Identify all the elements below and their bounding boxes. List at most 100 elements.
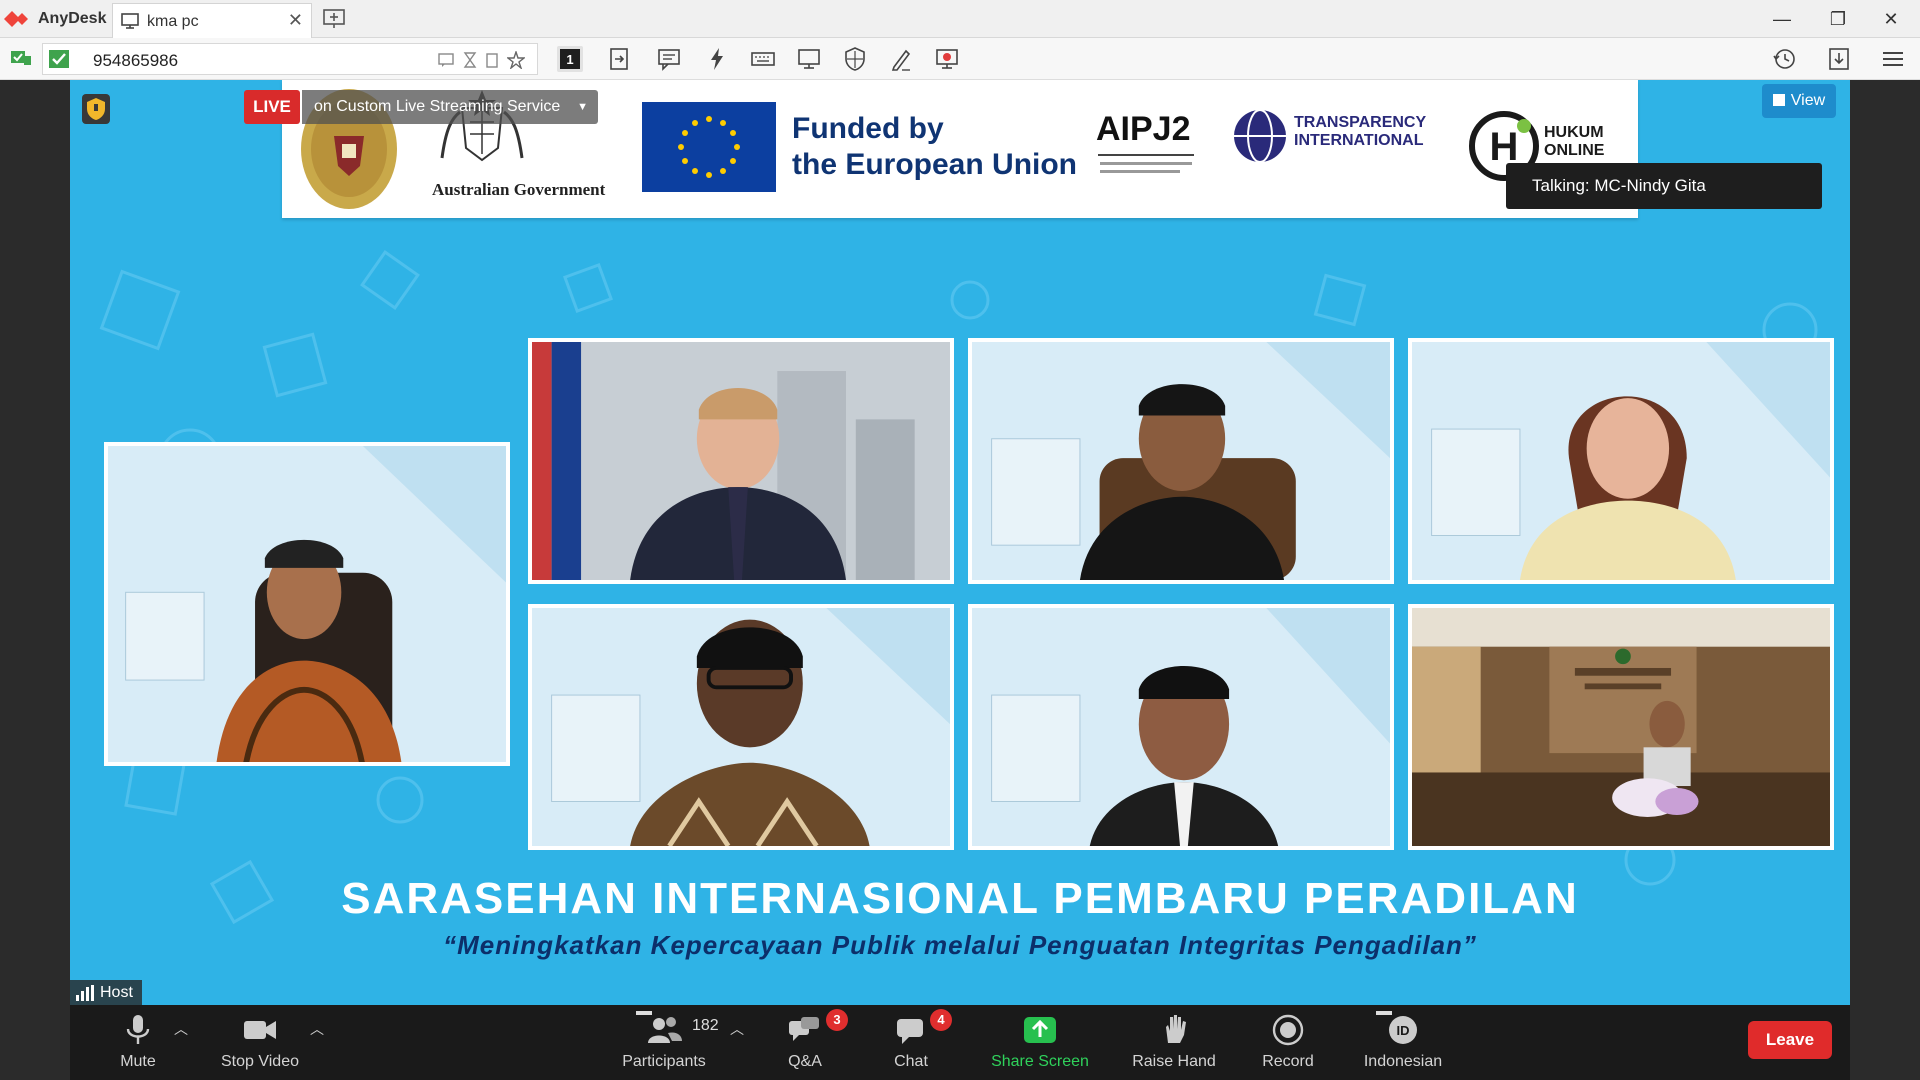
tab-label: kma pc xyxy=(147,13,199,30)
keyboard-icon[interactable] xyxy=(750,46,776,72)
aipj2-tagline xyxy=(1100,162,1192,165)
verified-check-icon xyxy=(49,50,69,68)
video-tile-5[interactable] xyxy=(528,604,954,850)
qa-badge: 3 xyxy=(826,1009,848,1031)
actions-lightning-icon[interactable] xyxy=(704,46,730,72)
share-screen-button[interactable]: Share Screen xyxy=(986,1013,1094,1071)
video-tile-6[interactable] xyxy=(968,604,1394,850)
aipj2-tagline-2 xyxy=(1100,170,1180,173)
connection-status-icon[interactable] xyxy=(10,48,32,68)
participant-video-5 xyxy=(532,608,950,846)
address-bar[interactable]: 954865986 xyxy=(42,43,538,75)
display-1-button[interactable]: 1 xyxy=(557,46,583,72)
qa-label: Q&A xyxy=(788,1053,822,1070)
record-icon xyxy=(1272,1014,1304,1046)
stop-video-button[interactable]: Stop Video xyxy=(210,1013,310,1071)
live-streaming-dropdown[interactable]: on Custom Live Streaming Service ▼ xyxy=(302,90,598,124)
video-camera-icon xyxy=(244,1021,276,1039)
host-label: Host xyxy=(70,980,142,1006)
language-globe-icon: ID xyxy=(1389,1016,1417,1044)
participant-video-1 xyxy=(108,446,506,762)
event-headline: SARASEHAN INTERNASIONAL PEMBARU PERADILA… xyxy=(341,874,1579,923)
chat-session-icon[interactable] xyxy=(437,51,455,69)
stop-video-label: Stop Video xyxy=(221,1053,299,1070)
file-transfer-icon[interactable] xyxy=(606,46,632,72)
interpretation-indicator-bar xyxy=(1376,1011,1392,1015)
download-icon[interactable] xyxy=(1826,46,1852,72)
app-name: AnyDesk xyxy=(38,10,107,27)
interpretation-language-button[interactable]: ID Indonesian xyxy=(1356,1013,1450,1071)
anydesk-logo-icon xyxy=(4,11,28,27)
participant-video-7 xyxy=(1412,608,1830,846)
funded-by-label: Funded by xyxy=(792,112,944,145)
video-tile-7[interactable] xyxy=(1408,604,1834,850)
tab-kma-pc[interactable]: kma pc ✕ xyxy=(112,3,312,38)
hamburger-menu-icon[interactable] xyxy=(1880,46,1906,72)
view-label: View xyxy=(1790,92,1826,109)
share-screen-icon xyxy=(1024,1017,1056,1043)
record-session-icon[interactable] xyxy=(934,46,960,72)
aipj2-divider xyxy=(1098,154,1194,156)
australian-government-label: Australian Government xyxy=(432,180,606,199)
video-tile-2[interactable] xyxy=(528,338,954,584)
clipboard-icon[interactable] xyxy=(483,51,501,69)
chat-badge: 4 xyxy=(930,1009,952,1031)
permissions-shield-icon[interactable] xyxy=(842,46,868,72)
international-label: INTERNATIONAL xyxy=(1294,132,1424,149)
online-label: ONLINE xyxy=(1544,142,1605,159)
host-text: Host xyxy=(100,984,133,1001)
raise-hand-button[interactable]: Raise Hand xyxy=(1126,1013,1222,1071)
european-union-label: the European Union xyxy=(792,148,1077,181)
leave-button[interactable]: Leave xyxy=(1748,1021,1832,1059)
participant-video-2 xyxy=(532,342,950,580)
record-button[interactable]: Record xyxy=(1254,1013,1322,1071)
record-label: Record xyxy=(1262,1053,1314,1070)
mute-button[interactable]: Mute xyxy=(106,1013,170,1071)
meeting-control-bar: Mute ︿ Stop Video ︿ Participants 182 ︿ Q… xyxy=(70,1005,1850,1080)
mute-label: Mute xyxy=(120,1053,156,1070)
raise-hand-icon xyxy=(1166,1015,1186,1043)
participants-count: 182 xyxy=(692,1017,719,1034)
chevron-down-icon: ▼ xyxy=(577,101,588,113)
video-tile-1[interactable] xyxy=(104,442,510,766)
whiteboard-pen-icon[interactable] xyxy=(888,46,914,72)
minimize-window-button[interactable]: — xyxy=(1768,6,1796,32)
sharing-indicator-bar xyxy=(636,1011,652,1015)
video-tile-3[interactable] xyxy=(968,338,1394,584)
hourglass-icon[interactable] xyxy=(461,51,479,69)
aipj2-logo: AIPJ2 xyxy=(1096,110,1191,148)
anydesk-toolbar: 954865986 1 xyxy=(0,38,1920,80)
video-options-caret-icon[interactable]: ︿ xyxy=(310,1019,324,1039)
transparency-international-globe-icon xyxy=(1234,109,1286,163)
live-badge[interactable]: LIVE xyxy=(244,90,300,124)
qa-bubbles-icon xyxy=(789,1017,819,1041)
share-screen-label: Share Screen xyxy=(991,1053,1089,1070)
view-button[interactable]: View xyxy=(1762,84,1836,118)
video-tile-4[interactable] xyxy=(1408,338,1834,584)
signal-bars-icon xyxy=(76,985,94,1001)
talking-indicator: Talking: MC-Nindy Gita xyxy=(1506,163,1822,209)
audio-options-caret-icon[interactable]: ︿ xyxy=(174,1019,188,1039)
event-subtitle: “Meningkatkan Kepercayaan Publik melalui… xyxy=(443,930,1477,960)
display-settings-icon[interactable] xyxy=(796,46,822,72)
chat-icon[interactable] xyxy=(656,46,682,72)
close-tab-icon[interactable]: ✕ xyxy=(288,10,303,31)
language-code: ID xyxy=(1397,1023,1410,1038)
close-window-button[interactable]: ✕ xyxy=(1877,6,1905,32)
participant-video-6 xyxy=(972,608,1390,846)
grid-view-icon xyxy=(1772,94,1785,106)
participants-caret-icon[interactable]: ︿ xyxy=(730,1019,744,1039)
monitor-icon xyxy=(121,13,139,29)
history-icon[interactable] xyxy=(1772,46,1798,72)
favorite-star-icon[interactable] xyxy=(507,51,525,69)
svg-text:1: 1 xyxy=(566,52,573,67)
anydesk-titlebar: AnyDesk kma pc ✕ — ❐ ✕ xyxy=(0,0,1920,38)
language-label: Indonesian xyxy=(1363,1053,1443,1070)
raise-hand-label: Raise Hand xyxy=(1132,1053,1216,1070)
restore-window-button[interactable]: ❐ xyxy=(1824,6,1852,32)
security-shield-icon[interactable] xyxy=(82,94,110,124)
participants-icon xyxy=(648,1017,682,1043)
microphone-icon xyxy=(126,1015,150,1044)
remote-screen-zoom-meeting[interactable]: Australian Government Funded by the Euro… xyxy=(70,80,1850,1080)
new-tab-icon[interactable] xyxy=(322,8,346,30)
